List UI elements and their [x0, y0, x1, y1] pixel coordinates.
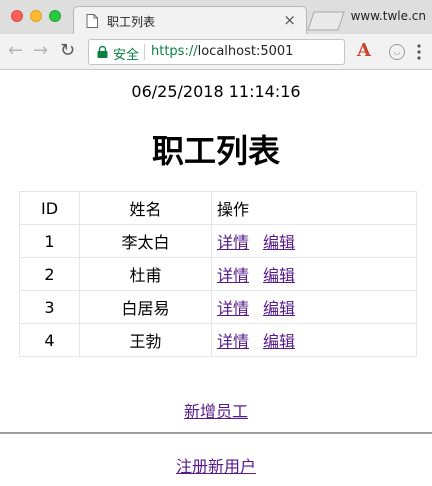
- tab-title: 职工列表: [107, 15, 156, 29]
- register-user-link[interactable]: 注册新用户: [176, 457, 256, 476]
- row-operations: 详情 编辑: [211, 224, 417, 258]
- table-row: 3 白居易 详情 编辑: [19, 290, 417, 324]
- page-content: 06/25/2018 11:14:16 职工列表 ID 姓名 操作 1 李太白 …: [0, 71, 432, 486]
- table-row: 4 王勃 详情 编辑: [19, 323, 417, 357]
- extension-circle-icon[interactable]: ◡: [389, 44, 405, 60]
- minimize-window-button[interactable]: [30, 10, 42, 22]
- close-tab-icon[interactable]: ×: [283, 11, 296, 29]
- row-id: 1: [19, 224, 80, 258]
- row-id: 2: [19, 257, 80, 291]
- current-datetime: 06/25/2018 11:14:16: [131, 82, 301, 101]
- edit-link[interactable]: 编辑: [263, 299, 295, 318]
- details-link[interactable]: 详情: [217, 332, 249, 351]
- page-icon: [86, 14, 98, 28]
- url-text[interactable]: https://localhost:5001: [151, 44, 293, 59]
- header-operations: 操作: [211, 191, 417, 225]
- browser-toolbar: ← → ↻ 安全 https://localhost:5001 A ◡: [0, 34, 432, 70]
- forward-arrow-icon[interactable]: →: [33, 42, 48, 60]
- zoom-window-button[interactable]: [49, 10, 61, 22]
- employee-table: ID 姓名 操作 1 李太白 详情 编辑 2 杜甫 详情 编辑 3 白居易 详情 编辑…: [19, 191, 417, 357]
- new-tab-button[interactable]: [306, 11, 346, 31]
- row-name: 李太白: [79, 224, 212, 258]
- row-id: 4: [19, 323, 80, 357]
- add-employee-container: 新增员工: [0, 398, 432, 422]
- browser-titlebar: 职工列表 × www.twle.cn: [0, 0, 432, 35]
- details-link[interactable]: 详情: [217, 233, 249, 252]
- security-label: 安全: [113, 48, 140, 63]
- row-operations: 详情 编辑: [211, 257, 417, 291]
- address-divider: [144, 44, 145, 60]
- table-header-row: ID 姓名 操作: [19, 191, 417, 225]
- table-row: 1 李太白 详情 编辑: [19, 224, 417, 258]
- close-window-button[interactable]: [11, 10, 23, 22]
- profile-label[interactable]: www.twle.cn: [351, 9, 426, 23]
- register-container: 注册新用户: [0, 453, 432, 477]
- table-row: 2 杜甫 详情 编辑: [19, 257, 417, 291]
- details-link[interactable]: 详情: [217, 266, 249, 285]
- address-bar[interactable]: 安全 https://localhost:5001: [88, 39, 345, 65]
- extension-a-icon[interactable]: A: [357, 40, 371, 61]
- row-operations: 详情 编辑: [211, 290, 417, 324]
- page-title: 职工列表: [151, 132, 280, 170]
- url-scheme: https://: [151, 44, 198, 59]
- back-arrow-icon[interactable]: ←: [8, 42, 23, 60]
- row-operations: 详情 编辑: [211, 323, 417, 357]
- header-id: ID: [19, 191, 80, 225]
- row-id: 3: [19, 290, 80, 324]
- details-link[interactable]: 详情: [217, 299, 249, 318]
- lock-icon: [97, 46, 108, 58]
- reload-icon[interactable]: ↻: [60, 42, 75, 60]
- url-host: localhost:5001: [197, 44, 294, 59]
- add-employee-link[interactable]: 新增员工: [184, 402, 248, 421]
- header-name: 姓名: [79, 191, 212, 225]
- divider: [0, 432, 432, 434]
- menu-dots-icon[interactable]: [417, 43, 421, 61]
- edit-link[interactable]: 编辑: [263, 233, 295, 252]
- row-name: 王勃: [79, 323, 212, 357]
- row-name: 白居易: [79, 290, 212, 324]
- edit-link[interactable]: 编辑: [263, 332, 295, 351]
- edit-link[interactable]: 编辑: [263, 266, 295, 285]
- browser-tab[interactable]: 职工列表 ×: [73, 6, 307, 35]
- row-name: 杜甫: [79, 257, 212, 291]
